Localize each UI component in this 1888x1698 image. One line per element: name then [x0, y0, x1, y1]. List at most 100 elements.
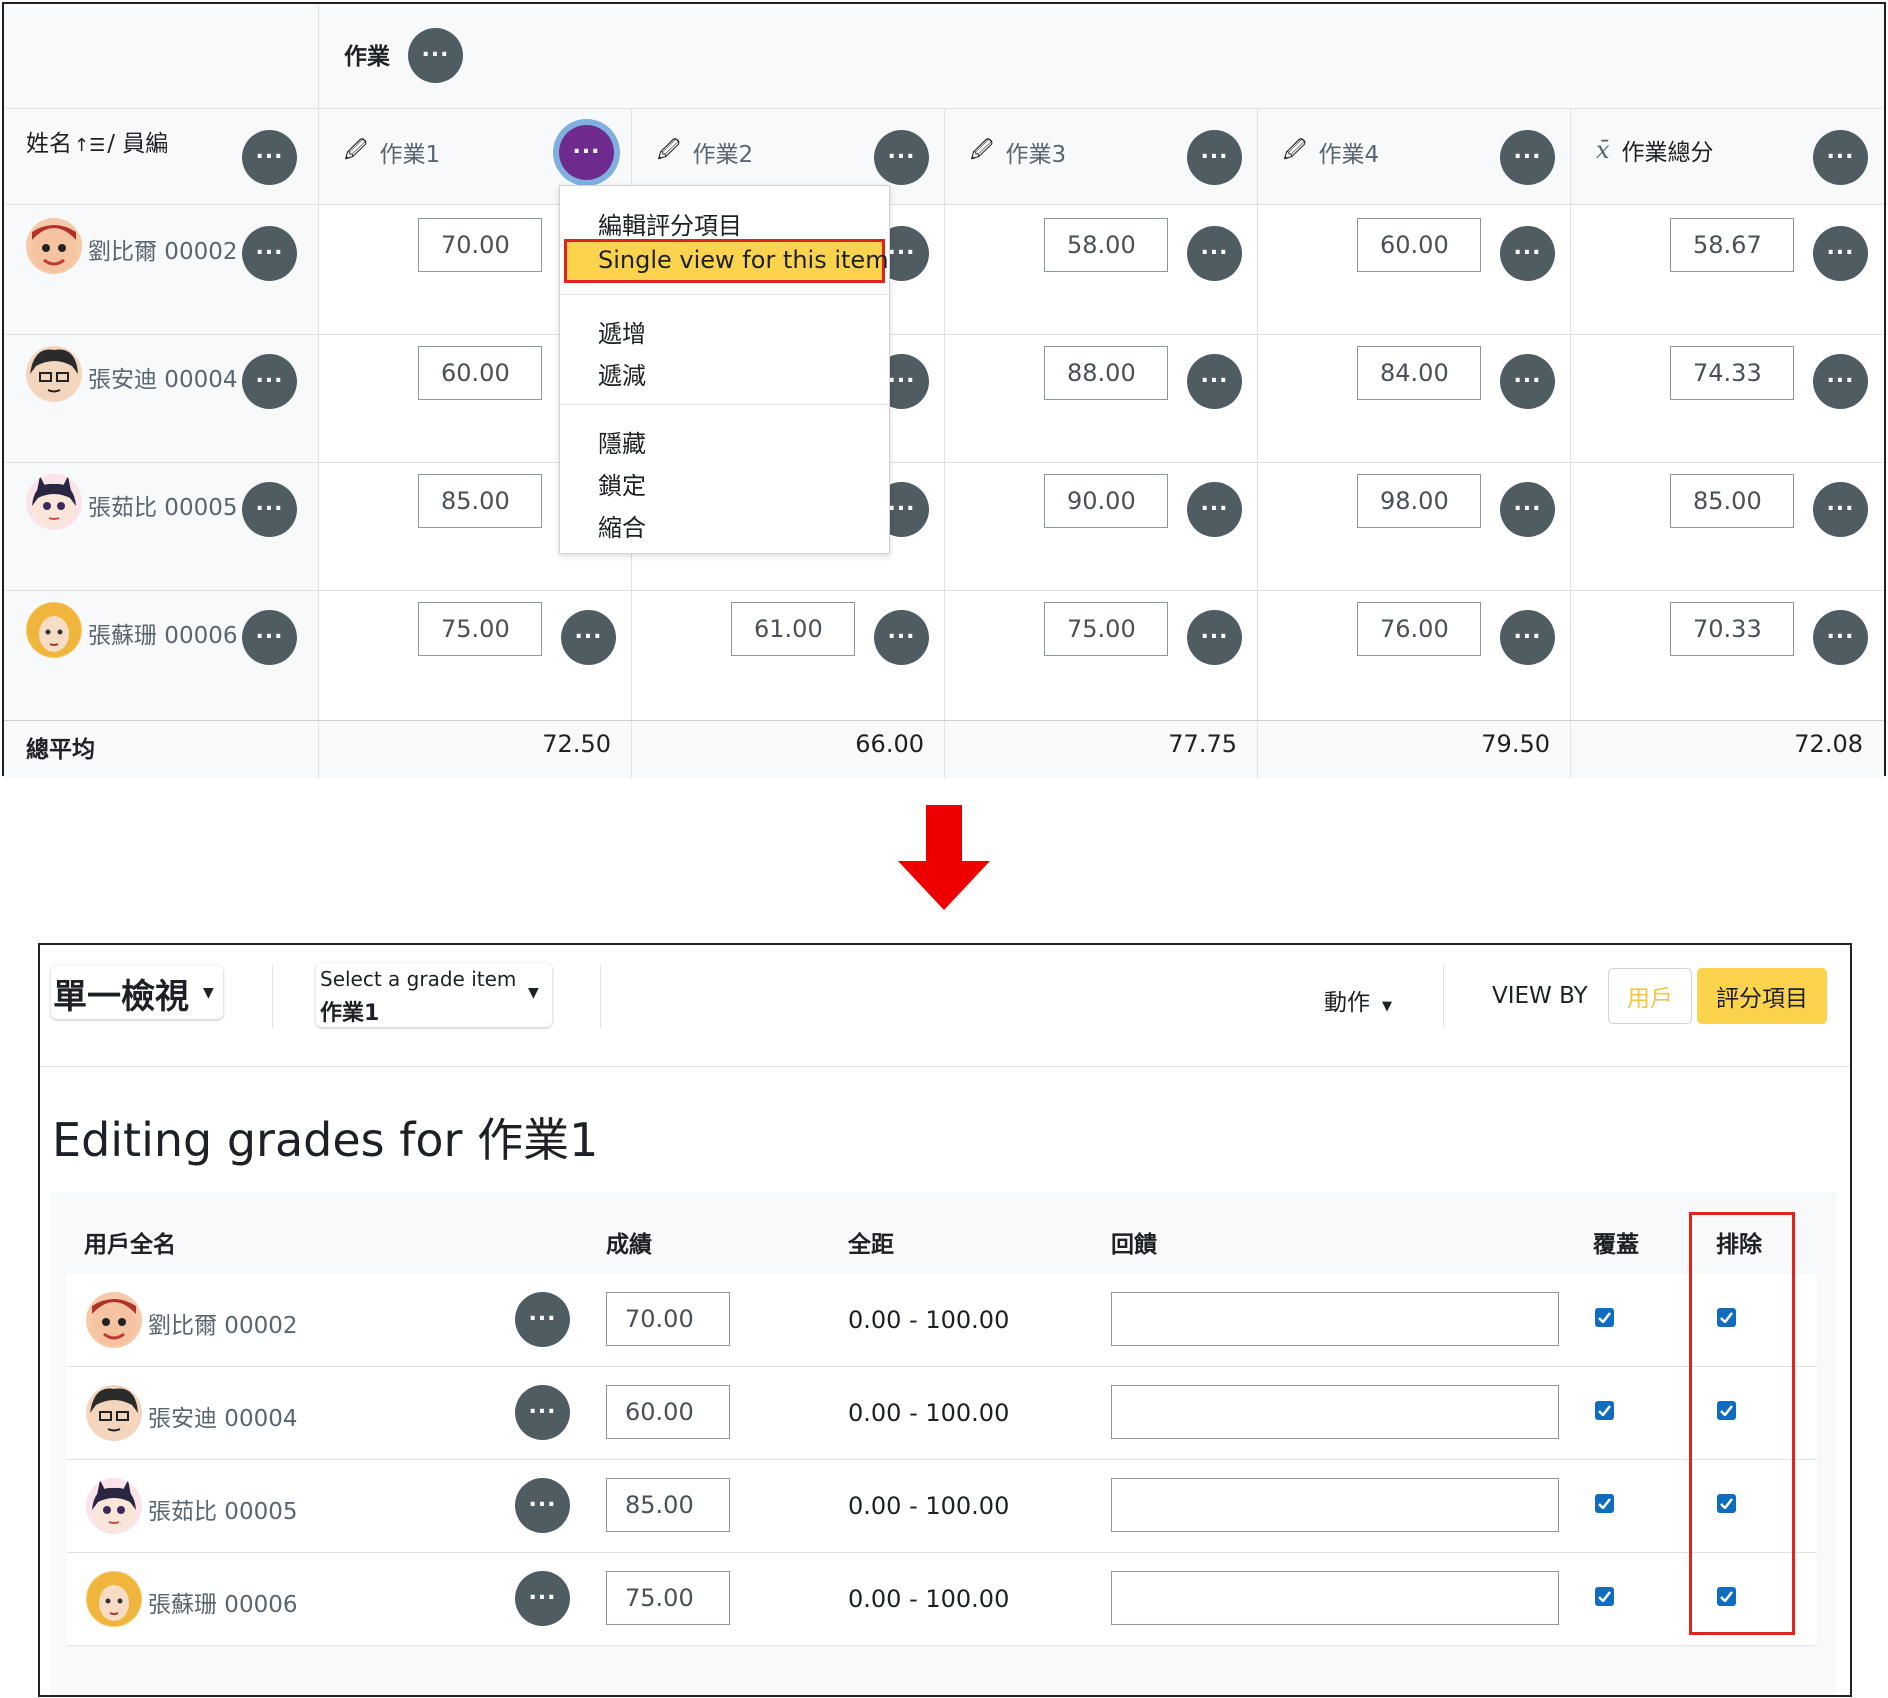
- assignment-icon: 🖉: [1283, 138, 1307, 163]
- cell-menu-button[interactable]: ...: [1500, 226, 1555, 281]
- column-total-menu-button[interactable]: ...: [1813, 130, 1868, 185]
- cell-menu-button[interactable]: ...: [1187, 354, 1242, 409]
- assignment-icon: 🖉: [970, 138, 994, 163]
- column-header-range: 全距: [848, 1232, 894, 1258]
- column-header-4[interactable]: 🖉 作業4: [1283, 133, 1379, 171]
- cell-menu-button[interactable]: ...: [1813, 610, 1868, 665]
- user-name-link[interactable]: 張安迪 00004: [148, 1399, 297, 1433]
- user-name-link[interactable]: 張茹比 00005: [88, 488, 237, 522]
- column-4-menu-button[interactable]: ...: [1500, 130, 1555, 185]
- user-menu-button[interactable]: ...: [515, 1478, 570, 1533]
- cell-menu-button[interactable]: ...: [1187, 610, 1242, 665]
- user-menu-button[interactable]: ...: [515, 1292, 570, 1347]
- feedback-input[interactable]: [1111, 1292, 1559, 1346]
- grade-input[interactable]: 60.00: [418, 346, 542, 400]
- feedback-input[interactable]: [1111, 1478, 1559, 1532]
- override-checkbox[interactable]: [1595, 1401, 1614, 1420]
- user-menu-button[interactable]: ...: [242, 354, 297, 409]
- cell-menu-button[interactable]: ...: [874, 610, 929, 665]
- user-name-link[interactable]: 張安迪 00004: [88, 360, 237, 394]
- report-selector[interactable]: 單一檢視 ▼: [51, 965, 223, 1019]
- cell-menu-button[interactable]: ...: [1500, 610, 1555, 665]
- avatar: [26, 602, 82, 658]
- user-menu-button[interactable]: ...: [515, 1385, 570, 1440]
- grade-item-selected: 作業1: [320, 1001, 380, 1026]
- grade-input[interactable]: 88.00: [1044, 346, 1168, 400]
- column-header-override[interactable]: 覆蓋: [1593, 1225, 1639, 1259]
- column-header-3[interactable]: 🖉 作業3: [970, 133, 1066, 171]
- column-2-menu-button[interactable]: ...: [874, 130, 929, 185]
- user-menu-button[interactable]: ...: [515, 1571, 570, 1626]
- column-header-fullname[interactable]: 用戶全名: [84, 1225, 176, 1259]
- menu-item-single-view[interactable]: Single view for this item: [598, 246, 889, 274]
- menu-item-hide[interactable]: 隱藏: [598, 424, 646, 459]
- toolbar-divider: [1443, 965, 1444, 1028]
- user-name-link[interactable]: 張蘇珊 00006: [148, 1585, 297, 1619]
- category-menu-button[interactable]: ...: [408, 28, 463, 83]
- grade-input[interactable]: 75.00: [418, 602, 542, 656]
- column-header-2[interactable]: 🖉 作業2: [657, 133, 753, 171]
- grade-input[interactable]: 61.00: [731, 602, 855, 656]
- grade-input[interactable]: 85.00: [606, 1478, 730, 1532]
- sort-icon[interactable]: ↑☰: [74, 135, 105, 156]
- grade-item-selector[interactable]: Select a grade item 作業1 ▼: [316, 963, 552, 1027]
- average-value: 72.50: [542, 730, 611, 758]
- cell-menu-button[interactable]: ...: [1187, 482, 1242, 537]
- grade-input[interactable]: 76.00: [1357, 602, 1481, 656]
- column-header-total[interactable]: x̄ 作業總分: [1596, 133, 1714, 167]
- menu-item-sort-ascending[interactable]: 遞增: [598, 314, 646, 349]
- grade-input[interactable]: 58.00: [1044, 218, 1168, 272]
- grade-input[interactable]: 70.33: [1670, 602, 1794, 656]
- grade-input[interactable]: 60.00: [1357, 218, 1481, 272]
- grade-input[interactable]: 90.00: [1044, 474, 1168, 528]
- user-name-link[interactable]: 張蘇珊 00006: [88, 616, 237, 650]
- override-checkbox[interactable]: [1595, 1494, 1614, 1513]
- user-name-link[interactable]: 劉比爾 00002: [88, 232, 237, 266]
- cell-menu-button[interactable]: ...: [1500, 354, 1555, 409]
- column-1-menu-button[interactable]: ...: [559, 125, 614, 180]
- cell-menu-button[interactable]: ...: [1813, 354, 1868, 409]
- column-3-menu-button[interactable]: ...: [1187, 130, 1242, 185]
- grade-input[interactable]: 98.00: [1357, 474, 1481, 528]
- cell-menu-button[interactable]: ...: [1813, 226, 1868, 281]
- view-by-user-button[interactable]: 用戶: [1608, 968, 1692, 1024]
- feedback-input[interactable]: [1111, 1385, 1559, 1439]
- assignment-icon: 🖉: [344, 138, 368, 163]
- column-header-1[interactable]: 🖉 作業1: [344, 133, 440, 171]
- avatar: [86, 1292, 142, 1348]
- cell-menu-button[interactable]: ...: [1187, 226, 1242, 281]
- category-header: 作業: [344, 44, 390, 70]
- grade-input[interactable]: 84.00: [1357, 346, 1481, 400]
- grade-input[interactable]: 60.00: [606, 1385, 730, 1439]
- feedback-input[interactable]: [1111, 1571, 1559, 1625]
- override-checkbox[interactable]: [1595, 1587, 1614, 1606]
- view-by-grade-item-button[interactable]: 評分項目: [1697, 968, 1827, 1024]
- cell-menu-button[interactable]: ...: [1813, 482, 1868, 537]
- user-name-link[interactable]: 劉比爾 00002: [148, 1306, 297, 1340]
- menu-item-collapse[interactable]: 縮合: [598, 508, 646, 543]
- grader-report-panel: 作業 ... 姓名 ↑☰/ 員編 ... 🖉 作業1 🖉 作業2 🖉 作業3 🖉 作業4 …: [2, 2, 1886, 778]
- menu-item-lock[interactable]: 鎖定: [598, 466, 646, 501]
- override-checkbox[interactable]: [1595, 1308, 1614, 1327]
- grade-input[interactable]: 70.00: [606, 1292, 730, 1346]
- grade-input[interactable]: 70.00: [418, 218, 542, 272]
- grade-input[interactable]: 58.67: [1670, 218, 1794, 272]
- user-name-link[interactable]: 張茹比 00005: [148, 1492, 297, 1526]
- grade-input[interactable]: 75.00: [606, 1571, 730, 1625]
- actions-dropdown[interactable]: 動作 ▼: [1324, 983, 1392, 1017]
- cell-menu-button[interactable]: ...: [1500, 482, 1555, 537]
- user-menu-button[interactable]: ...: [242, 610, 297, 665]
- name-header-menu-button[interactable]: ...: [242, 130, 297, 185]
- user-menu-button[interactable]: ...: [242, 482, 297, 537]
- grade-range: 0.00 - 100.00: [848, 1399, 1010, 1427]
- user-menu-button[interactable]: ...: [242, 226, 297, 281]
- cell-menu-button[interactable]: ...: [561, 610, 616, 665]
- grade-input[interactable]: 75.00: [1044, 602, 1168, 656]
- grade-input[interactable]: 85.00: [1670, 474, 1794, 528]
- grade-input[interactable]: 74.33: [1670, 346, 1794, 400]
- row-divider: [67, 1645, 1817, 1646]
- menu-item-edit-grade-item[interactable]: 編輯評分項目: [598, 206, 742, 241]
- grade-input[interactable]: 85.00: [418, 474, 542, 528]
- menu-item-sort-descending[interactable]: 遞減: [598, 356, 646, 391]
- name-header[interactable]: 姓名 ↑☰/ 員編: [26, 124, 168, 158]
